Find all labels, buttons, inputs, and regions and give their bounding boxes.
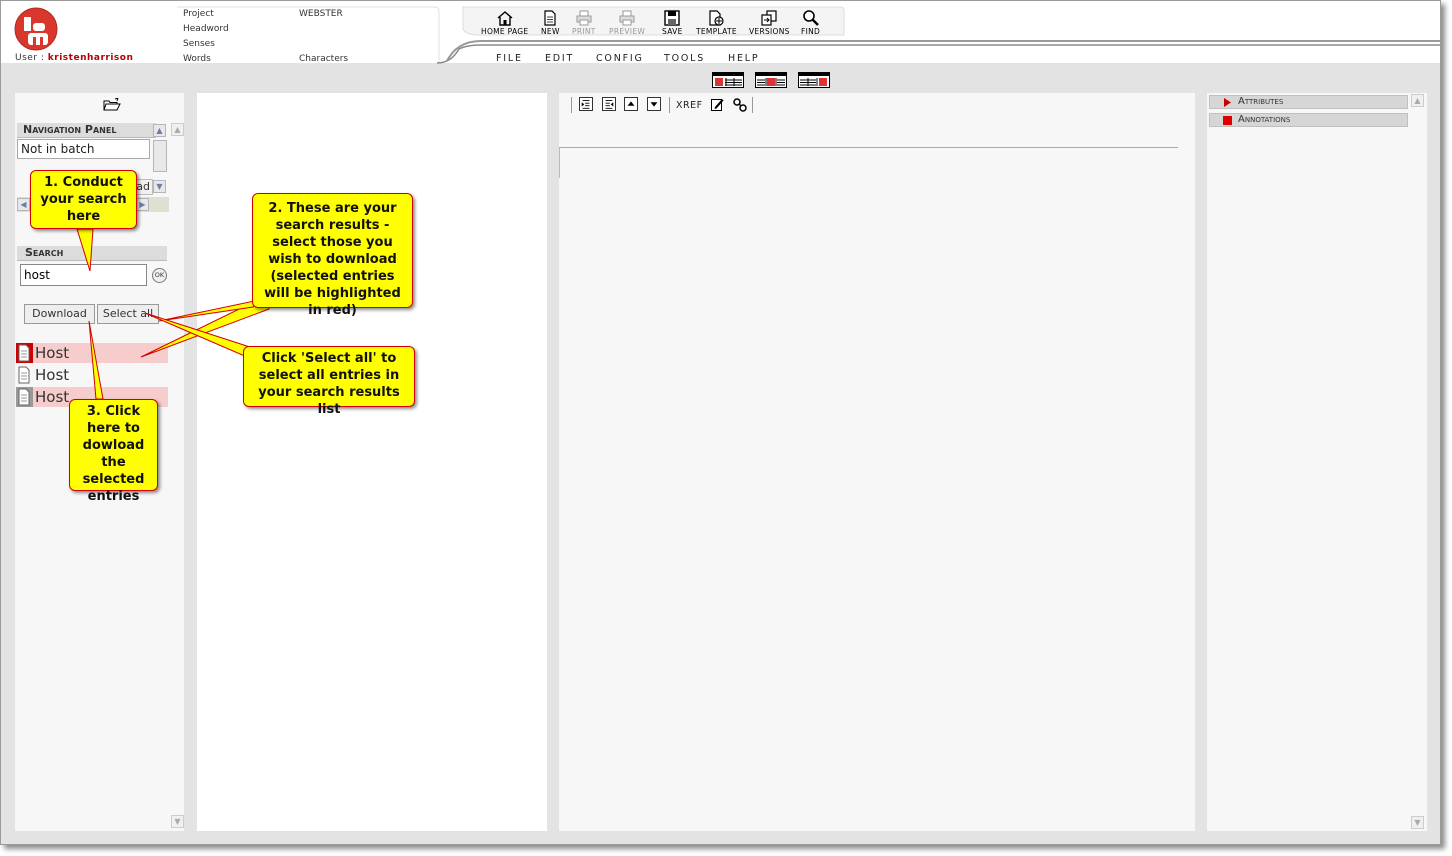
callout-search-results: 2. These are your search results - selec…: [252, 193, 413, 318]
callout-conduct-search: 1. Conduct your search here: [30, 170, 137, 229]
app-window: User : kristenharrison Project WEBSTER H…: [0, 0, 1441, 845]
callout-download: 3. Click here to dowload the selected en…: [69, 399, 158, 504]
callout-pointers: [76, 228, 270, 400]
callout-select-all: Click 'Select all' to select all entries…: [243, 346, 415, 417]
